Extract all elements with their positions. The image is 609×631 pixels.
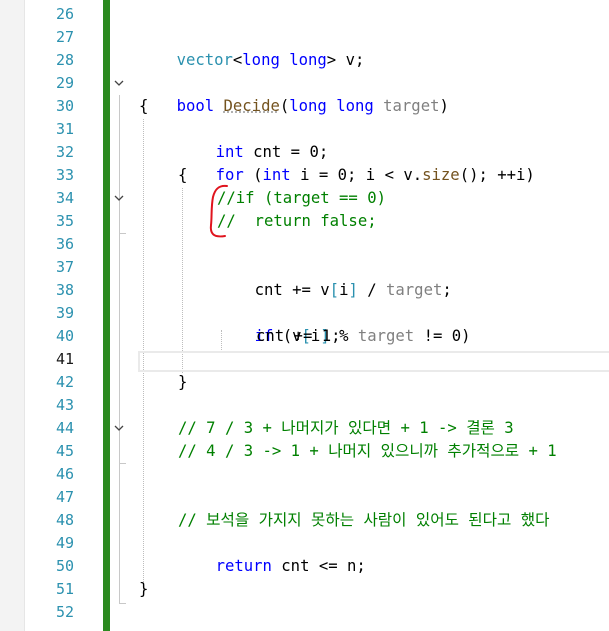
token-keyword: return bbox=[215, 557, 272, 575]
code-line-39[interactable]: if (v[i] % target != 0) bbox=[217, 302, 471, 345]
fold-collapse-icon[interactable] bbox=[112, 72, 126, 95]
token-keyword: for bbox=[215, 166, 244, 184]
line-number: 39 bbox=[55, 304, 74, 322]
token-keyword: long long bbox=[289, 97, 374, 115]
line-number: 51 bbox=[55, 580, 74, 598]
change-tracking-bar bbox=[103, 0, 110, 631]
line-number: 34 bbox=[55, 189, 74, 207]
token: ) bbox=[439, 97, 449, 115]
line-number: 32 bbox=[55, 143, 74, 161]
code-line-33[interactable]: { bbox=[178, 164, 187, 187]
line-number: 45 bbox=[55, 442, 74, 460]
token-bracket: ] bbox=[348, 281, 358, 299]
token: i = 0; i < v. bbox=[290, 166, 423, 184]
line-number: 27 bbox=[55, 28, 74, 46]
editor-left-margin bbox=[0, 0, 25, 631]
line-number: 26 bbox=[55, 5, 74, 23]
token: ( bbox=[279, 97, 290, 115]
red-annotation-bracket bbox=[209, 184, 228, 238]
code-line-45[interactable]: // 4 / 3 -> 1 + 나머지 있으니까 추가적으로 + 1 bbox=[178, 440, 557, 463]
token-keyword: int bbox=[262, 166, 291, 184]
line-number: 36 bbox=[55, 235, 74, 253]
token: > v; bbox=[326, 51, 365, 69]
token: ( bbox=[243, 166, 263, 184]
token: cnt += v bbox=[254, 281, 330, 299]
line-number: 52 bbox=[55, 603, 74, 621]
token-keyword: bool bbox=[176, 97, 215, 115]
code-line-31[interactable]: int cnt = 0; bbox=[178, 118, 329, 161]
code-line-44[interactable]: // 7 / 3 + 나머지가 있다면 + 1 -> 결론 3 bbox=[178, 417, 514, 440]
indent-guide bbox=[182, 188, 183, 373]
code-line-35[interactable]: // return false; bbox=[217, 210, 377, 233]
code-line-42[interactable]: } bbox=[178, 371, 187, 394]
token: < bbox=[232, 51, 243, 69]
fold-collapse-icon[interactable] bbox=[112, 417, 126, 440]
fold-region-end bbox=[119, 603, 126, 604]
fold-region-line bbox=[119, 95, 120, 603]
line-number: 49 bbox=[55, 534, 74, 552]
line-number: 42 bbox=[55, 373, 74, 391]
token-parameter: target bbox=[383, 97, 440, 115]
line-number-current: 41 bbox=[55, 350, 74, 368]
line-number: 43 bbox=[55, 396, 74, 414]
current-line-highlight bbox=[138, 351, 609, 372]
token-parameter: target bbox=[386, 281, 443, 299]
fold-region-end bbox=[119, 463, 126, 464]
code-line-34[interactable]: //if (target == 0) bbox=[217, 187, 386, 210]
code-line-49[interactable]: return cnt <= n; bbox=[178, 532, 366, 575]
line-number: 47 bbox=[55, 488, 74, 506]
token: != 0) bbox=[414, 327, 471, 345]
token-type: vector bbox=[176, 51, 233, 69]
line-number: 33 bbox=[55, 166, 74, 184]
line-number: 28 bbox=[55, 51, 74, 69]
line-number: 46 bbox=[55, 465, 74, 483]
code-line-37[interactable]: cnt += v[i] / target; bbox=[217, 256, 452, 299]
line-number: 37 bbox=[55, 258, 74, 276]
code-line-30[interactable]: { bbox=[139, 95, 148, 118]
token: / bbox=[357, 281, 387, 299]
line-number: 50 bbox=[55, 557, 74, 575]
line-number: 29 bbox=[55, 74, 74, 92]
code-line-40[interactable]: cnt += 1; bbox=[256, 325, 341, 348]
line-number: 31 bbox=[55, 120, 74, 138]
line-number: 30 bbox=[55, 97, 74, 115]
fold-region-end bbox=[119, 233, 126, 234]
code-line-27[interactable]: vector<long long> v; bbox=[139, 26, 365, 69]
code-editor[interactable]: 26 27 28 29 30 31 32 33 34 35 36 37 38 3… bbox=[0, 0, 609, 631]
line-number: 44 bbox=[55, 419, 74, 437]
line-number: 40 bbox=[55, 327, 74, 345]
code-line-29[interactable]: bool Decide(long long target) bbox=[139, 72, 449, 115]
line-number: 38 bbox=[55, 281, 74, 299]
token-parameter: target bbox=[357, 327, 415, 345]
fold-collapse-icon[interactable] bbox=[112, 187, 126, 210]
line-number: 48 bbox=[55, 511, 74, 529]
token: (); ++i) bbox=[459, 166, 535, 184]
token-function: Decide bbox=[223, 97, 280, 115]
token-function: size bbox=[422, 166, 460, 184]
token-bracket: [ bbox=[329, 281, 340, 299]
token: cnt <= n; bbox=[271, 557, 366, 575]
line-number: 35 bbox=[55, 212, 74, 230]
code-line-32[interactable]: for (int i = 0; i < v.size(); ++i) bbox=[178, 141, 535, 184]
token: ; bbox=[442, 281, 452, 299]
token-keyword: long long bbox=[242, 51, 327, 69]
code-line-51[interactable]: } bbox=[139, 578, 148, 601]
code-line-48[interactable]: // 보석을 가지지 못하는 사람이 있어도 된다고 했다 bbox=[178, 509, 549, 532]
